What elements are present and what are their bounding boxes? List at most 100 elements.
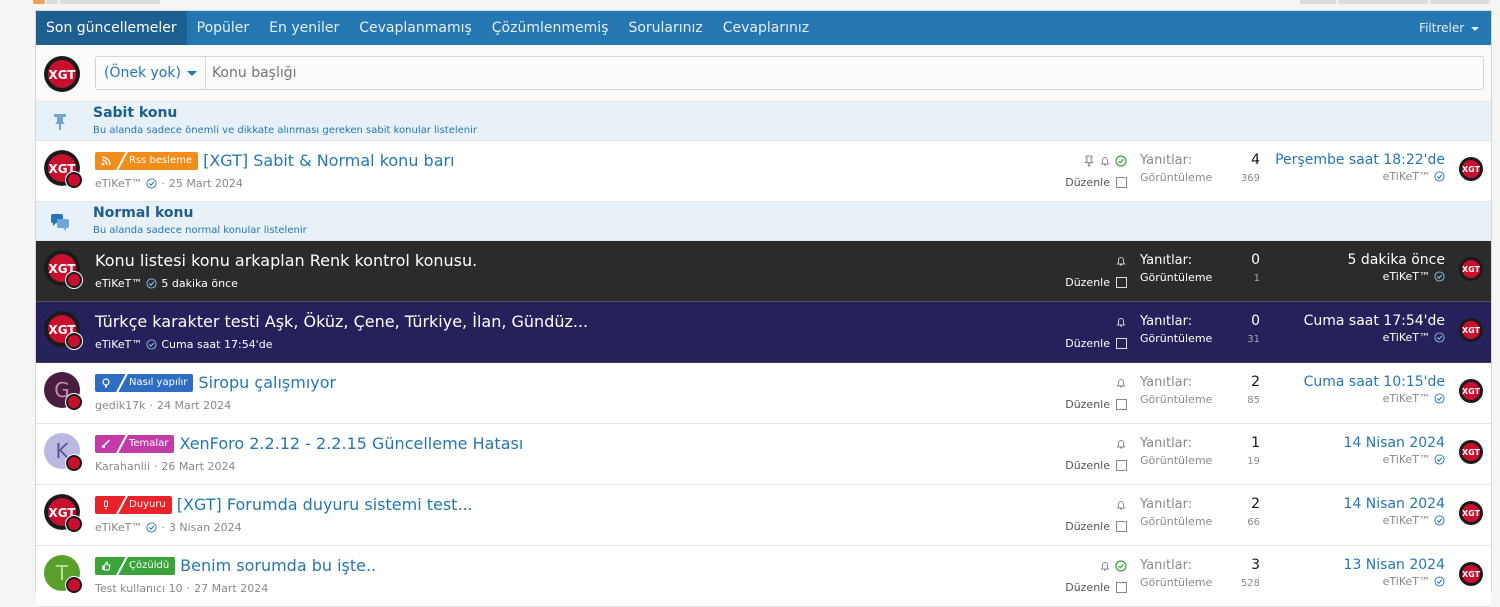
replies-label: Yanıtlar:	[1140, 436, 1193, 451]
last-post-date[interactable]: Cuma saat 17:54'de	[1304, 313, 1445, 329]
edit-control[interactable]: Düzenle	[1065, 398, 1127, 411]
last-post-avatar[interactable]: XGT	[1459, 562, 1483, 586]
tab-your-questions[interactable]: Sorularınız	[618, 11, 712, 45]
top-strip-button[interactable]	[1300, 0, 1336, 4]
thread-title-input[interactable]	[205, 57, 1314, 89]
last-post-user[interactable]: eTiKeT™	[1383, 170, 1430, 183]
author-avatar[interactable]: T	[44, 555, 83, 594]
top-strip-tab[interactable]	[60, 0, 160, 4]
prefix-label-rss[interactable]: Rss besleme	[95, 151, 199, 170]
select-checkbox[interactable]	[1116, 460, 1127, 471]
select-checkbox[interactable]	[1116, 582, 1127, 593]
top-strip-button[interactable]	[1430, 0, 1490, 4]
prefix-dropdown[interactable]: (Önek yok)	[96, 57, 206, 89]
author-avatar[interactable]: K	[44, 433, 83, 472]
thread-date[interactable]: 24 Mart 2024	[157, 399, 231, 412]
last-post-avatar[interactable]: XGT	[1459, 440, 1483, 464]
last-post-user[interactable]: eTiKeT™	[1383, 453, 1430, 466]
thread-row[interactable]: XGT Duyuru [XGT] Forumda duyuru sistemi …	[36, 485, 1491, 546]
last-post-user[interactable]: eTiKeT™	[1383, 514, 1430, 527]
filters-button[interactable]: Filtreler	[1419, 11, 1479, 45]
thread-date[interactable]: 5 dakika önce	[161, 277, 238, 290]
thread-title[interactable]: Siropu çalışmıyor	[198, 373, 336, 392]
tab-unsolved[interactable]: Çözümlenmemiş	[482, 11, 619, 45]
author-avatar[interactable]: XGT	[44, 150, 83, 189]
thread-stats: Yanıtlar: 1 Görüntüleme: 19	[1140, 435, 1260, 467]
last-post-date[interactable]: 14 Nisan 2024	[1344, 435, 1445, 451]
thread-author[interactable]: eTiKeT™	[95, 277, 142, 290]
select-checkbox[interactable]	[1116, 521, 1127, 532]
last-post-avatar[interactable]: XGT	[1459, 257, 1483, 281]
select-checkbox[interactable]	[1116, 399, 1127, 410]
prefix-label-themes[interactable]: Temalar	[95, 434, 175, 453]
last-post-date[interactable]: Perşembe saat 18:22'de	[1275, 152, 1445, 168]
edit-control[interactable]: Düzenle	[1065, 337, 1127, 350]
thread-author[interactable]: eTiKeT™	[95, 338, 142, 351]
thread-author[interactable]: gedik17k	[95, 399, 146, 412]
thread-row[interactable]: XGT Rss besleme [XGT] Sabit & Normal kon…	[36, 141, 1491, 202]
author-avatar[interactable]: XGT	[44, 250, 83, 289]
last-post-date[interactable]: 5 dakika önce	[1348, 252, 1445, 268]
thread-title[interactable]: [XGT] Sabit & Normal konu barı	[203, 151, 454, 170]
thread-author[interactable]: eTiKeT™	[95, 521, 142, 534]
thread-date[interactable]: 26 Mart 2024	[161, 460, 235, 473]
thread-title[interactable]: XenForo 2.2.12 - 2.2.15 Güncelleme Hatas…	[179, 434, 523, 453]
tab-newest[interactable]: En yeniler	[259, 11, 349, 45]
thread-list-block: Son güncellemeler Popüler En yeniler Cev…	[35, 10, 1492, 607]
thread-title[interactable]: Benim sorumda bu işte..	[180, 556, 376, 575]
thread-title-line: Konu listesi konu arkaplan Renk kontrol …	[95, 251, 477, 270]
thread-row[interactable]: T Çözüldü Benim sorumda bu işte.. Test k…	[36, 546, 1491, 607]
thread-title[interactable]: [XGT] Forumda duyuru sistemi test...	[177, 495, 473, 514]
select-checkbox[interactable]	[1116, 338, 1127, 349]
thread-title[interactable]: Türkçe karakter testi Aşk, Öküz, Çene, T…	[95, 312, 588, 331]
author-avatar[interactable]: XGT	[44, 311, 83, 350]
last-post-user[interactable]: eTiKeT™	[1383, 392, 1430, 405]
thread-row[interactable]: XGT Konu listesi konu arkaplan Renk kont…	[36, 241, 1491, 302]
last-post-avatar[interactable]: XGT	[1459, 157, 1483, 181]
last-post: 14 Nisan 2024 eTiKeT™	[1344, 496, 1445, 527]
edit-control[interactable]: Düzenle	[1065, 276, 1127, 289]
tab-latest[interactable]: Son güncellemeler	[36, 11, 187, 45]
thread-date[interactable]: 3 Nisan 2024	[169, 521, 242, 534]
thread-date[interactable]: 25 Mart 2024	[169, 177, 243, 190]
thread-author[interactable]: Test kullanıcı 10	[95, 582, 183, 595]
last-post-user[interactable]: eTiKeT™	[1383, 270, 1430, 283]
edit-control[interactable]: Düzenle	[1065, 176, 1127, 189]
last-post-avatar[interactable]: XGT	[1459, 318, 1483, 342]
thread-date[interactable]: Cuma saat 17:54'de	[161, 338, 272, 351]
prefix-label-howto[interactable]: Nasıl yapılır	[95, 373, 194, 392]
edit-control[interactable]: Düzenle	[1065, 459, 1127, 472]
last-post-avatar[interactable]: XGT	[1459, 501, 1483, 525]
edit-control[interactable]: Düzenle	[1065, 581, 1127, 594]
thread-row[interactable]: XGT Türkçe karakter testi Aşk, Öküz, Çen…	[36, 302, 1491, 363]
last-post-avatar[interactable]: XGT	[1459, 379, 1483, 403]
thread-date[interactable]: 27 Mart 2024	[194, 582, 268, 595]
thread-title[interactable]: Konu listesi konu arkaplan Renk kontrol …	[95, 251, 477, 270]
last-post-user[interactable]: eTiKeT™	[1383, 331, 1430, 344]
last-post-date[interactable]: 13 Nisan 2024	[1344, 557, 1445, 573]
top-strip-tab[interactable]	[33, 0, 45, 4]
prefix-label-notice[interactable]: Duyuru	[95, 495, 172, 514]
mini-avatar	[65, 332, 83, 350]
thread-author[interactable]: eTiKeT™	[95, 177, 142, 190]
avatar[interactable]: XGT	[44, 56, 80, 95]
thread-author[interactable]: Karahanlii	[95, 460, 150, 473]
last-post-date[interactable]: Cuma saat 10:15'de	[1304, 374, 1445, 390]
tab-your-answers[interactable]: Cevaplarınız	[713, 11, 819, 45]
thread-row[interactable]: G Nasıl yapılır Siropu çalışmıyor gedik1…	[36, 363, 1491, 424]
prefix-label-solved[interactable]: Çözüldü	[95, 556, 176, 575]
meta-dot: ·	[186, 582, 191, 595]
top-strip-tab[interactable]	[46, 0, 58, 4]
select-checkbox[interactable]	[1116, 177, 1127, 188]
author-avatar[interactable]: G	[44, 372, 83, 411]
replies-label: Yanıtlar:	[1140, 558, 1193, 573]
edit-control[interactable]: Düzenle	[1065, 520, 1127, 533]
author-avatar[interactable]: XGT	[44, 494, 83, 533]
tab-popular[interactable]: Popüler	[187, 11, 260, 45]
last-post-date[interactable]: 14 Nisan 2024	[1344, 496, 1445, 512]
thread-row[interactable]: K Temalar XenForo 2.2.12 - 2.2.15 Güncel…	[36, 424, 1491, 485]
last-post-user[interactable]: eTiKeT™	[1383, 575, 1430, 588]
tab-unanswered[interactable]: Cevaplanmamış	[349, 11, 482, 45]
select-checkbox[interactable]	[1116, 277, 1127, 288]
top-strip-button[interactable]	[1338, 0, 1428, 4]
